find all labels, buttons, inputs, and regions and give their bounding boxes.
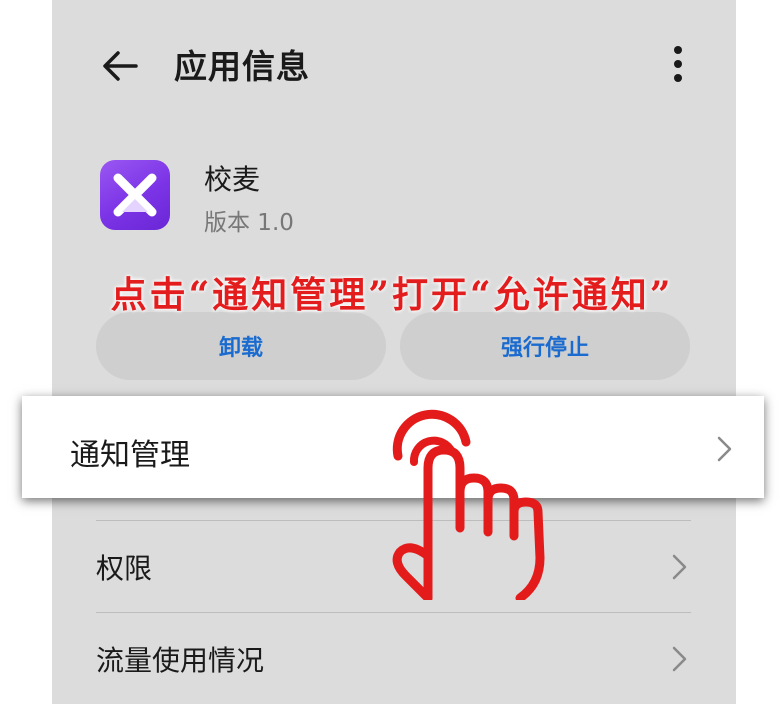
uninstall-button[interactable]: 卸载 bbox=[96, 312, 386, 380]
app-version: 版本 1.0 bbox=[204, 210, 294, 236]
data-usage-row[interactable]: 流量使用情况 bbox=[96, 614, 691, 704]
xiaomai-app-icon bbox=[100, 160, 170, 230]
app-name: 校麦 bbox=[204, 163, 261, 196]
chevron-right-icon bbox=[672, 554, 687, 580]
chevron-right-icon bbox=[717, 436, 732, 462]
arrow-left-icon bbox=[103, 51, 138, 81]
notification-management-label: 通知管理 bbox=[70, 438, 190, 473]
divider bbox=[96, 612, 691, 613]
instruction-text: 点击“通知管理”打开“允许通知” bbox=[110, 274, 674, 316]
more-options-button[interactable] bbox=[658, 40, 698, 88]
back-button[interactable] bbox=[96, 42, 144, 90]
force-stop-button[interactable]: 强行停止 bbox=[400, 312, 690, 380]
page-title: 应用信息 bbox=[174, 47, 310, 86]
data-usage-label: 流量使用情况 bbox=[96, 644, 265, 677]
tap-hand-icon bbox=[392, 409, 545, 600]
permissions-label: 权限 bbox=[96, 552, 153, 585]
chevron-right-icon bbox=[672, 646, 687, 672]
more-vertical-icon bbox=[674, 46, 682, 82]
